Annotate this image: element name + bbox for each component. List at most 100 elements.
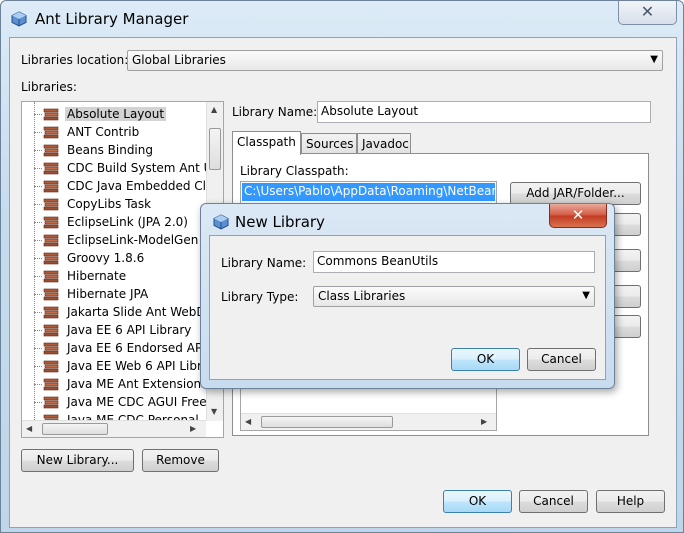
library-books-icon (43, 252, 59, 265)
tab-classpath[interactable]: Classpath (232, 131, 301, 155)
list-item-label: CDC Java Embedded Cli (67, 179, 210, 193)
list-item-label: Java EE 6 Endorsed API (67, 341, 206, 355)
library-books-icon (43, 396, 59, 409)
library-books-icon (43, 216, 59, 229)
list-item[interactable]: Java EE Web 6 API Libr (22, 358, 202, 376)
tree-connector (34, 168, 42, 169)
new-library-button[interactable]: New Library... (21, 449, 134, 472)
library-books-icon (43, 270, 59, 283)
list-item[interactable]: CopyLibs Task (22, 196, 202, 214)
tree-connector (34, 294, 42, 295)
tree-connector (34, 348, 42, 349)
library-books-icon (43, 288, 59, 301)
list-item[interactable]: Hibernate (22, 268, 202, 286)
scroll-left-arrow-icon[interactable]: ◀ (26, 424, 32, 433)
tab-sources[interactable]: Sources (301, 133, 357, 155)
library-books-icon (43, 198, 59, 211)
scroll-thumb-vertical[interactable] (209, 128, 221, 170)
library-books-icon (43, 324, 59, 337)
list-item-label: CopyLibs Task (67, 197, 152, 211)
list-item[interactable]: Jakarta Slide Ant WebD (22, 304, 206, 322)
libraries-horizontal-scrollbar[interactable]: ◀ ▶ (22, 420, 206, 437)
dialog-library-name-label: Library Name: (221, 256, 307, 270)
remove-button[interactable]: Remove (142, 449, 219, 472)
move-down-button[interactable] (612, 285, 641, 308)
dialog-close-button[interactable]: ✕ (549, 204, 607, 228)
classpath-entry[interactable]: C:\Users\Pablo\AppData\Roaming\NetBeans\ (242, 183, 495, 201)
list-item-label: Absolute Layout (65, 107, 167, 121)
netbeans-cube-icon (11, 11, 27, 27)
library-books-icon (43, 360, 59, 373)
tree-connector (34, 132, 42, 133)
list-item[interactable]: Java ME CDC AGUI Free (22, 394, 207, 412)
list-item[interactable]: Hibernate JPA (22, 286, 202, 304)
scroll-right-arrow-icon[interactable]: ▶ (190, 424, 196, 433)
list-item[interactable]: EclipseLink-ModelGen (J (22, 232, 210, 250)
close-button[interactable]: ✕ (618, 1, 677, 25)
dialog-library-type-label: Library Type: (221, 290, 299, 304)
tree-connector (34, 330, 42, 331)
tree-connector (34, 312, 42, 313)
list-item[interactable]: EclipseLink (JPA 2.0) (22, 214, 202, 232)
library-books-icon (43, 144, 59, 157)
libraries-location-value: Global Libraries (132, 53, 226, 67)
list-item[interactable]: Java EE 6 API Library (22, 322, 202, 340)
list-item[interactable]: Beans Binding (22, 142, 202, 160)
move-up-button[interactable] (612, 249, 641, 272)
tree-connector (34, 150, 42, 151)
library-books-icon (43, 108, 59, 121)
tree-connector (34, 384, 42, 385)
edit-entry-button[interactable] (612, 315, 641, 338)
dialog-cancel-button[interactable]: Cancel (527, 348, 596, 371)
netbeans-cube-icon (213, 214, 229, 230)
tree-connector (34, 240, 42, 241)
classpath-horizontal-scrollbar[interactable]: ◀ ▶ (241, 413, 496, 430)
libraries-location-label: Libraries location: (21, 53, 129, 67)
list-item[interactable]: ANT Contrib (22, 124, 202, 142)
library-books-icon (43, 162, 59, 175)
help-button[interactable]: Help (596, 490, 665, 513)
list-item[interactable]: Absolute Layout (22, 106, 202, 124)
ok-button[interactable]: OK (443, 490, 512, 513)
list-item[interactable]: Java EE 6 Endorsed API (22, 340, 206, 358)
dialog-library-type-combo[interactable]: Class Libraries ▼ (313, 286, 595, 307)
tree-connector (34, 402, 42, 403)
list-item-label: Java EE Web 6 API Libr (67, 359, 202, 373)
library-name-field[interactable]: Absolute Layout (317, 101, 651, 123)
tree-connector (34, 114, 42, 115)
list-item-label: ANT Contrib (67, 125, 140, 139)
library-books-icon (43, 378, 59, 391)
list-item[interactable]: Java ME Ant Extension (22, 376, 202, 394)
libraries-list[interactable]: Absolute Layout ANT Contrib Beans Binding C… (21, 101, 224, 438)
list-item[interactable]: CDC Build System Ant U (22, 160, 212, 178)
list-item-label: Jakarta Slide Ant WebD (67, 305, 206, 319)
tab-javadoc[interactable]: Javadoc (357, 133, 411, 155)
dialog-library-name-field[interactable]: Commons BeanUtils (313, 251, 595, 273)
libraries-label: Libraries: (21, 80, 77, 94)
list-item-label: CDC Build System Ant U (67, 161, 213, 175)
dialog-ok-button[interactable]: OK (451, 348, 520, 371)
remove-entry-button[interactable] (612, 213, 641, 236)
list-item[interactable]: Groovy 1.8.6 (22, 250, 202, 268)
scroll-up-arrow-icon[interactable]: ▲ (211, 105, 217, 114)
scroll-left-arrow-icon[interactable]: ◀ (245, 417, 251, 426)
list-item[interactable]: CDC Java Embedded Cli (22, 178, 209, 196)
add-jar-folder-button[interactable]: Add JAR/Folder... (510, 182, 641, 205)
scroll-thumb-horizontal[interactable] (42, 423, 108, 435)
list-item-label: Java ME CDC AGUI Free (67, 395, 207, 409)
libraries-location-combo[interactable]: Global Libraries ▼ (127, 50, 663, 71)
scroll-thumb-horizontal[interactable] (261, 416, 393, 428)
list-item-label: Beans Binding (67, 143, 153, 157)
dialog-title: New Library (235, 213, 325, 231)
tree-connector (34, 366, 42, 367)
library-books-icon (43, 306, 59, 319)
scroll-right-arrow-icon[interactable]: ▶ (481, 417, 487, 426)
library-books-icon (43, 342, 59, 355)
tree-connector (34, 276, 42, 277)
tree-connector (34, 222, 42, 223)
list-item-label: Hibernate (67, 269, 127, 283)
dialog-library-type-value: Class Libraries (318, 289, 406, 303)
cancel-button[interactable]: Cancel (519, 490, 588, 513)
list-item-label: Groovy 1.8.6 (67, 251, 145, 265)
scroll-down-arrow-icon[interactable]: ▼ (211, 407, 217, 416)
